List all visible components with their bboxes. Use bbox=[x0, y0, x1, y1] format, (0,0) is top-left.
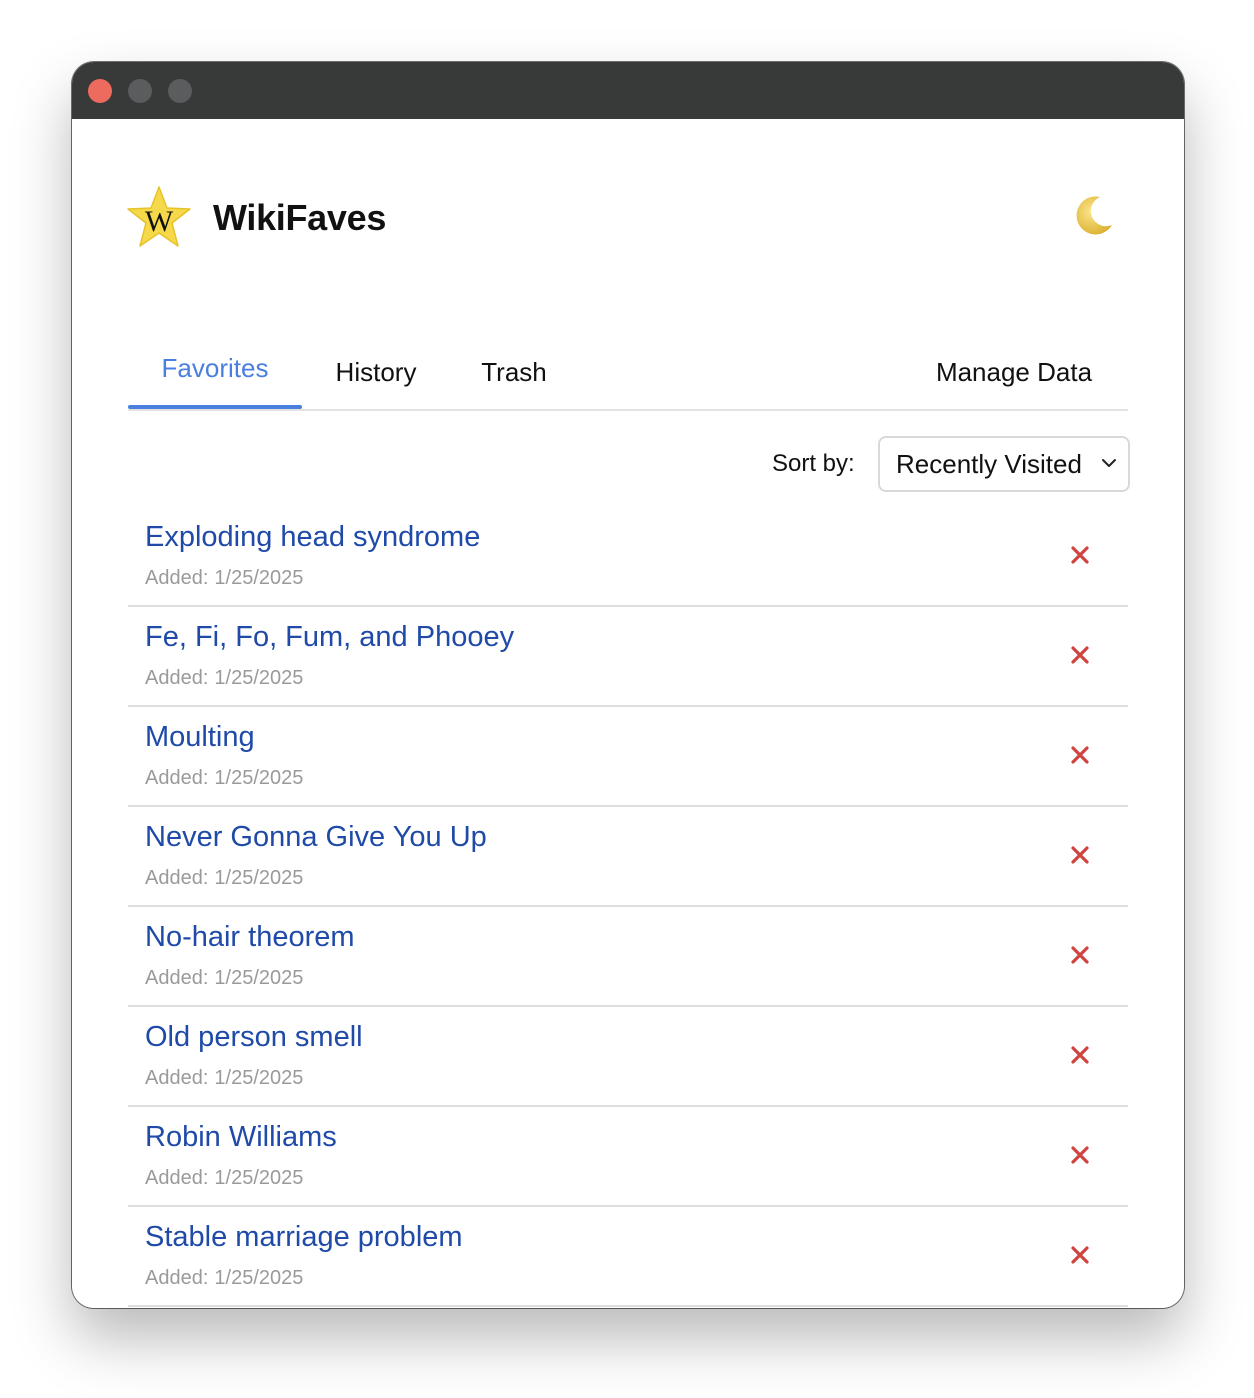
added-date-value: 1/25/2025 bbox=[214, 767, 304, 789]
added-label: Added: bbox=[145, 1267, 209, 1289]
list-item: Fe, Fi, Fo, Fum, and Phooey Added: 1/25/2… bbox=[128, 607, 1128, 707]
added-date-value: 1/25/2025 bbox=[214, 1067, 304, 1089]
delete-icon[interactable] bbox=[1068, 643, 1092, 667]
moon-icon[interactable] bbox=[1070, 193, 1116, 239]
favorite-title-link[interactable]: Stable marriage problem bbox=[145, 1221, 463, 1254]
added-label: Added: bbox=[145, 767, 209, 789]
list-item: Robin Williams Added: 1/25/2025 bbox=[128, 1107, 1128, 1207]
delete-icon[interactable] bbox=[1068, 1143, 1092, 1167]
tab-manage-data[interactable]: Manage Data bbox=[924, 337, 1104, 407]
added-label: Added: bbox=[145, 867, 209, 889]
delete-icon[interactable] bbox=[1068, 1043, 1092, 1067]
app-content: W WikiFaves Favorites History Trash Mana… bbox=[72, 119, 1184, 1308]
delete-icon[interactable] bbox=[1068, 943, 1092, 967]
favorite-title-link[interactable]: Robin Williams bbox=[145, 1121, 337, 1154]
list-item: Moulting Added: 1/25/2025 bbox=[128, 707, 1128, 807]
added-date: Added: 1/25/2025 bbox=[145, 567, 303, 590]
added-date-value: 1/25/2025 bbox=[214, 667, 304, 689]
list-item: Exploding head syndrome Added: 1/25/2025 bbox=[128, 507, 1128, 607]
added-date: Added: 1/25/2025 bbox=[145, 767, 303, 790]
delete-icon[interactable] bbox=[1068, 843, 1092, 867]
favorite-title-link[interactable]: Moulting bbox=[145, 721, 255, 754]
added-label: Added: bbox=[145, 567, 209, 589]
list-item: Never Gonna Give You Up Added: 1/25/2025 bbox=[128, 807, 1128, 907]
favorites-list: Exploding head syndrome Added: 1/25/2025 … bbox=[128, 507, 1128, 1307]
window-minimize-button[interactable] bbox=[128, 79, 152, 103]
sort-label: Sort by: bbox=[772, 450, 855, 477]
sort-selected-value: Recently Visited bbox=[896, 449, 1082, 479]
list-item: Stable marriage problem Added: 1/25/2025 bbox=[128, 1207, 1128, 1307]
added-label: Added: bbox=[145, 667, 209, 689]
added-date-value: 1/25/2025 bbox=[214, 867, 304, 889]
added-date: Added: 1/25/2025 bbox=[145, 967, 303, 990]
added-date: Added: 1/25/2025 bbox=[145, 1167, 303, 1190]
sort-select[interactable]: Recently Visited bbox=[878, 436, 1130, 492]
window-close-button[interactable] bbox=[88, 79, 112, 103]
delete-icon[interactable] bbox=[1068, 1243, 1092, 1267]
added-label: Added: bbox=[145, 967, 209, 989]
star-w-logo-icon: W bbox=[127, 186, 191, 247]
added-date: Added: 1/25/2025 bbox=[145, 667, 303, 690]
added-date-value: 1/25/2025 bbox=[214, 1167, 304, 1189]
added-label: Added: bbox=[145, 1067, 209, 1089]
app-title: WikiFaves bbox=[213, 197, 387, 238]
tab-history[interactable]: History bbox=[324, 337, 428, 407]
window-maximize-button[interactable] bbox=[168, 79, 192, 103]
added-date: Added: 1/25/2025 bbox=[145, 1267, 303, 1290]
added-date-value: 1/25/2025 bbox=[214, 567, 304, 589]
tab-trash[interactable]: Trash bbox=[470, 337, 558, 407]
active-tab-indicator bbox=[128, 405, 302, 409]
added-label: Added: bbox=[145, 1167, 209, 1189]
added-date: Added: 1/25/2025 bbox=[145, 1067, 303, 1090]
added-date-value: 1/25/2025 bbox=[214, 967, 304, 989]
favorite-title-link[interactable]: Fe, Fi, Fo, Fum, and Phooey bbox=[145, 621, 514, 654]
tab-bar: Favorites History Trash Manage Data bbox=[128, 337, 1128, 411]
app-window: W WikiFaves Favorites History Trash Mana… bbox=[72, 62, 1184, 1308]
tab-favorites[interactable]: Favorites bbox=[128, 333, 302, 403]
favorite-title-link[interactable]: Old person smell bbox=[145, 1021, 363, 1054]
title-bar bbox=[72, 62, 1184, 119]
added-date: Added: 1/25/2025 bbox=[145, 867, 303, 890]
added-date-value: 1/25/2025 bbox=[214, 1267, 304, 1289]
svg-text:W: W bbox=[145, 205, 174, 238]
list-item: No-hair theorem Added: 1/25/2025 bbox=[128, 907, 1128, 1007]
list-item: Old person smell Added: 1/25/2025 bbox=[128, 1007, 1128, 1107]
delete-icon[interactable] bbox=[1068, 543, 1092, 567]
chevron-down-icon bbox=[1102, 459, 1116, 467]
delete-icon[interactable] bbox=[1068, 743, 1092, 767]
favorite-title-link[interactable]: Exploding head syndrome bbox=[145, 521, 480, 554]
favorite-title-link[interactable]: Never Gonna Give You Up bbox=[145, 821, 487, 854]
favorite-title-link[interactable]: No-hair theorem bbox=[145, 921, 355, 954]
